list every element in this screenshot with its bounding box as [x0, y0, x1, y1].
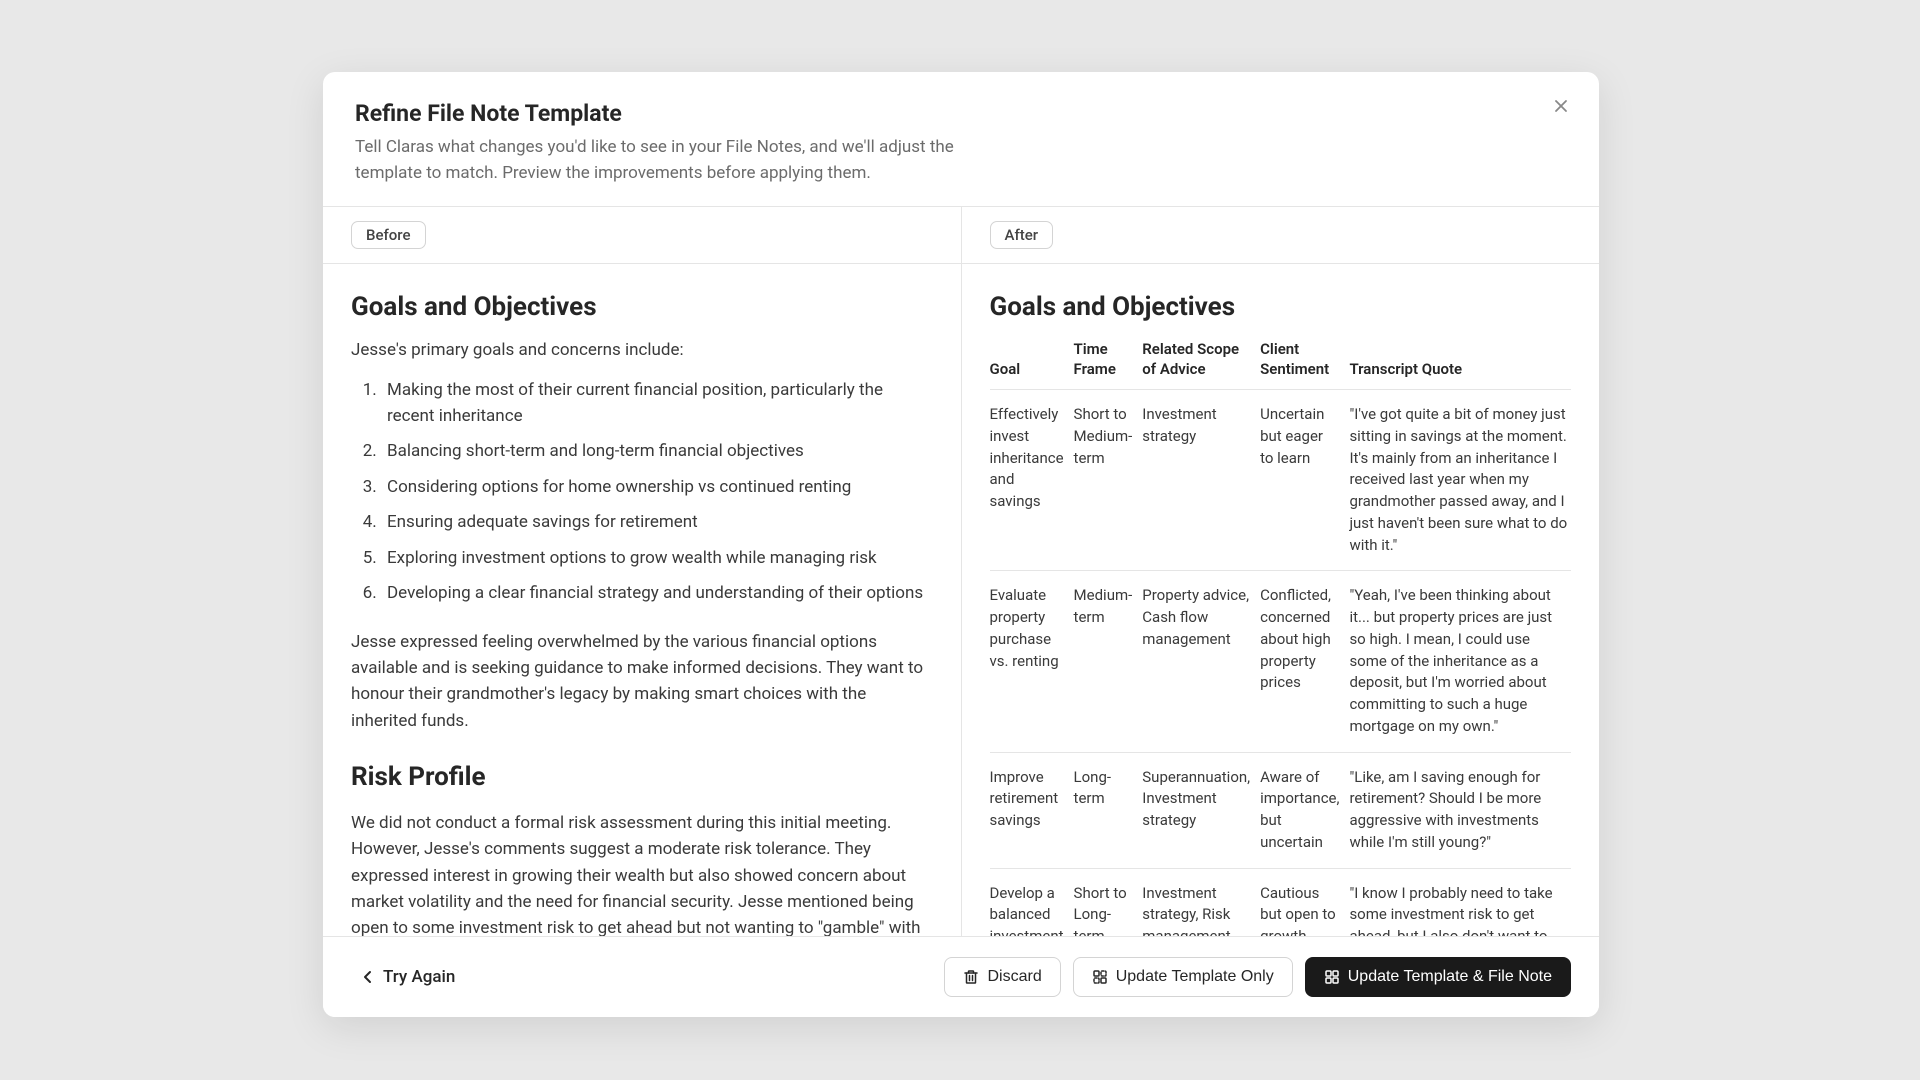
update-template-label: Update Template Only	[1116, 968, 1274, 986]
before-label-row: Before	[323, 207, 961, 264]
cell-sentiment: Cautious but open to growth	[1260, 868, 1349, 936]
list-item: Making the most of their current financi…	[381, 378, 933, 429]
cell-quote: "Yeah, I've been thinking about it... bu…	[1349, 571, 1571, 752]
table-header: Related Scope of Advice	[1142, 332, 1260, 390]
list-item: Developing a clear financial strategy an…	[381, 581, 933, 607]
close-button[interactable]	[1547, 92, 1575, 120]
before-summary: Jesse expressed feeling overwhelmed by t…	[351, 629, 933, 734]
cell-quote: "I've got quite a bit of money just sitt…	[1349, 390, 1571, 571]
cell-time: Short to Long-term	[1074, 868, 1143, 936]
cell-sentiment: Conflicted, concerned about high propert…	[1260, 571, 1349, 752]
modal-subtitle: Tell Claras what changes you'd like to s…	[355, 135, 1015, 186]
table-row: Develop a balanced investment approach S…	[990, 868, 1572, 936]
cell-goal: Improve retirement savings	[990, 752, 1074, 868]
try-again-button[interactable]: Try Again	[351, 959, 467, 995]
cell-sentiment: Uncertain but eager to learn	[1260, 390, 1349, 571]
list-item: Balancing short-term and long-term finan…	[381, 439, 933, 465]
discard-label: Discard	[987, 968, 1041, 986]
table-header-row: Goal Time Frame Related Scope of Advice …	[990, 332, 1572, 390]
cell-time: Short to Medium-term	[1074, 390, 1143, 571]
before-body: Goals and Objectives Jesse's primary goa…	[323, 264, 961, 936]
chevron-left-icon	[363, 969, 373, 985]
after-label-row: After	[962, 207, 1600, 264]
compare-container: Before Goals and Objectives Jesse's prim…	[323, 206, 1599, 936]
cell-time: Medium-term	[1074, 571, 1143, 752]
cell-scope: Investment strategy, Risk management	[1142, 868, 1260, 936]
update-template-and-note-button[interactable]: Update Template & File Note	[1305, 957, 1571, 997]
table-header: Time Frame	[1074, 332, 1143, 390]
after-pane: After Goals and Objectives Goal Time Fra…	[962, 207, 1600, 936]
after-body: Goals and Objectives Goal Time Frame Rel…	[962, 264, 1600, 936]
risk-heading: Risk Profile	[351, 762, 933, 792]
footer-actions: Discard Update Template Only Update Temp…	[944, 957, 1571, 997]
update-both-label: Update Template & File Note	[1348, 968, 1552, 986]
cell-scope: Investment strategy	[1142, 390, 1260, 571]
cell-sentiment: Aware of importance, but uncertain	[1260, 752, 1349, 868]
cell-time: Long-term	[1074, 752, 1143, 868]
table-row: Evaluate property purchase vs. renting M…	[990, 571, 1572, 752]
cell-scope: Superannuation, Investment strategy	[1142, 752, 1260, 868]
cell-quote: "I know I probably need to take some inv…	[1349, 868, 1571, 936]
cell-quote: "Like, am I saving enough for retirement…	[1349, 752, 1571, 868]
template-icon	[1092, 969, 1108, 985]
list-item: Ensuring adequate savings for retirement	[381, 510, 933, 536]
cell-goal: Develop a balanced investment approach	[990, 868, 1074, 936]
after-table: Goal Time Frame Related Scope of Advice …	[990, 332, 1572, 936]
table-header: Goal	[990, 332, 1074, 390]
before-intro: Jesse's primary goals and concerns inclu…	[351, 340, 933, 360]
table-row: Effectively invest inheritance and savin…	[990, 390, 1572, 571]
cell-goal: Effectively invest inheritance and savin…	[990, 390, 1074, 571]
table-header: Client Sentiment	[1260, 332, 1349, 390]
update-template-button[interactable]: Update Template Only	[1073, 957, 1293, 997]
discard-button[interactable]: Discard	[944, 957, 1060, 997]
modal-title: Refine File Note Template	[355, 100, 1567, 127]
before-heading: Goals and Objectives	[351, 292, 933, 322]
try-again-label: Try Again	[383, 967, 455, 987]
after-heading: Goals and Objectives	[990, 292, 1572, 322]
before-label: Before	[351, 221, 426, 249]
cell-goal: Evaluate property purchase vs. renting	[990, 571, 1074, 752]
before-pane: Before Goals and Objectives Jesse's prim…	[323, 207, 962, 936]
close-icon	[1553, 98, 1569, 114]
table-header: Transcript Quote	[1349, 332, 1571, 390]
refine-template-modal: Refine File Note Template Tell Claras wh…	[323, 72, 1599, 1017]
template-note-icon	[1324, 969, 1340, 985]
before-goals-list: Making the most of their current financi…	[351, 378, 933, 607]
list-item: Exploring investment options to grow wea…	[381, 546, 933, 572]
modal-footer: Try Again Discard Update Template Only U…	[323, 936, 1599, 1017]
after-label: After	[990, 221, 1054, 249]
trash-icon	[963, 969, 979, 985]
table-row: Improve retirement savings Long-term Sup…	[990, 752, 1572, 868]
modal-header: Refine File Note Template Tell Claras wh…	[323, 72, 1599, 206]
list-item: Considering options for home ownership v…	[381, 475, 933, 501]
risk-body: We did not conduct a formal risk assessm…	[351, 810, 933, 936]
cell-scope: Property advice, Cash flow management	[1142, 571, 1260, 752]
